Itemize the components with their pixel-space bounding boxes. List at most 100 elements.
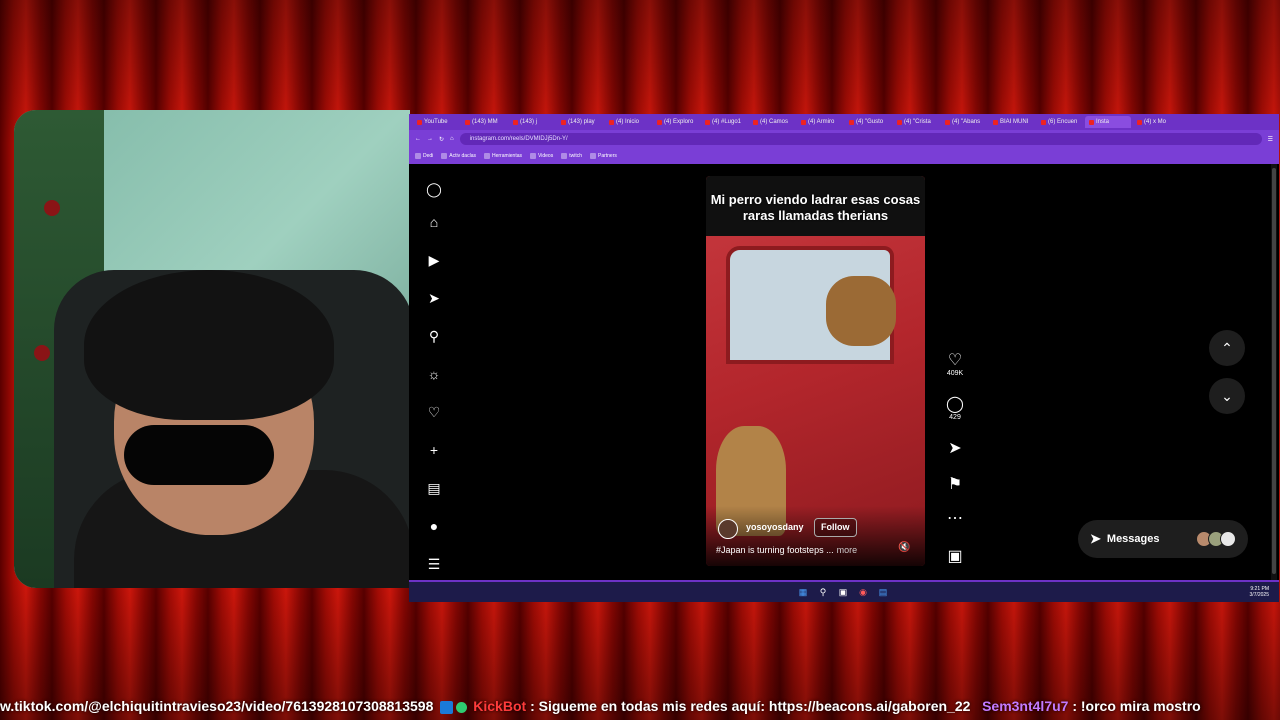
more-link[interactable]: more	[837, 545, 858, 555]
reel-video[interactable]: Mi perro viendo ladrar esas cosas raras …	[706, 176, 925, 566]
browser-tab[interactable]: (143) play	[557, 116, 603, 128]
bookmark-item[interactable]: Activ daclas	[441, 153, 476, 159]
instagram-logo-icon[interactable]: ◯	[426, 181, 442, 197]
message-avatars	[1196, 531, 1236, 547]
messages-button[interactable]: ➤ Messages	[1078, 520, 1248, 558]
explore-icon[interactable]: ☼	[426, 366, 442, 382]
bookmark-item[interactable]: Videos	[530, 153, 553, 159]
author-avatar[interactable]	[718, 519, 738, 539]
previous-reel-button[interactable]: ⌃	[1209, 330, 1245, 366]
bookmark-item[interactable]: Partners	[589, 153, 617, 159]
browser-tab[interactable]: (4) #Lugo1	[701, 116, 747, 128]
search-icon[interactable]: ⚲	[426, 328, 442, 344]
create-plus-icon[interactable]: +	[426, 442, 442, 458]
instagram-page: ◯ ⌂ ▶ ➤ ⚲ ☼ ♡ + ▤ ● ☰ Mi perro viendo la…	[409, 164, 1279, 580]
ticker-link: w.tiktok.com/@elchiquitintravieso23/vide…	[0, 698, 434, 714]
mute-icon[interactable]: 🔇	[898, 542, 910, 553]
folder-icon	[441, 153, 448, 159]
tab-label: (4) "Gusto	[856, 119, 884, 125]
tab-label: (143) MM	[472, 119, 498, 125]
bookmarks-bar: Dedi Activ daclas Herramientas Videos twitch…	[409, 148, 1279, 165]
tab-label: (6) Encuen	[1048, 119, 1078, 125]
home-icon[interactable]: ⌂	[426, 214, 442, 230]
share-button[interactable]: ➤	[945, 440, 965, 458]
browser-tab[interactable]: (4) Inicio	[605, 116, 651, 128]
menu-icon[interactable]: ☰	[426, 556, 442, 572]
file-explorer-icon[interactable]: ▣	[838, 587, 848, 597]
tab-favicon-icon	[561, 119, 566, 125]
tab-favicon-icon	[993, 119, 998, 125]
url-field[interactable]: instagram.com/reels/DVMIDJj5Dn-Y/	[459, 133, 1262, 145]
bot-message: : Sigueme en todas mis redes aquí: https…	[530, 698, 971, 714]
scrollbar-thumb[interactable]	[1272, 168, 1276, 574]
tab-favicon-icon	[657, 119, 662, 125]
webcam-feed	[14, 110, 410, 588]
bookmark-item[interactable]: Herramientas	[483, 153, 522, 159]
follow-button[interactable]: Follow	[814, 518, 857, 537]
home-icon[interactable]: ⌂	[450, 136, 454, 142]
reels-icon[interactable]: ▶	[426, 252, 442, 268]
more-options-button[interactable]: ⋯	[945, 510, 965, 528]
dashboard-icon[interactable]: ▤	[426, 480, 442, 496]
browser-tab[interactable]: (4) Armiro	[797, 116, 843, 128]
browser-tab[interactable]: BIAI MUNI	[989, 116, 1035, 128]
browser-tab[interactable]: YouTube	[413, 116, 459, 128]
save-button[interactable]: ⚑	[945, 476, 965, 494]
browser-tab[interactable]: (4) "Crista	[893, 116, 939, 128]
audio-avatar-icon: ▣	[947, 548, 963, 565]
tab-label: (4) Inicio	[616, 119, 640, 125]
browser-tab[interactable]: (6) Encuen	[1037, 116, 1083, 128]
extensions-icon[interactable]: ☰	[1268, 136, 1273, 143]
folder-icon	[415, 153, 421, 159]
chevron-up-icon: ⌃	[1221, 340, 1233, 356]
browser-tab[interactable]: (4) "Gusto	[845, 116, 891, 128]
author-username[interactable]: yosoyosdany	[746, 522, 804, 532]
browser-tab[interactable]: (4) Exploro	[653, 116, 699, 128]
folder-icon	[530, 153, 536, 159]
browser-tab[interactable]: (4) Camos	[749, 116, 795, 128]
sunglasses	[124, 425, 274, 485]
bookmark-item[interactable]: twitch	[561, 153, 582, 159]
tab-favicon-icon	[513, 119, 518, 125]
browser-tab[interactable]: (4) x Mo	[1133, 116, 1179, 128]
page-scrollbar[interactable]	[1271, 164, 1277, 580]
back-icon[interactable]: ←	[415, 136, 421, 142]
comment-button[interactable]: ◯ 429	[945, 396, 965, 421]
tab-favicon-icon	[849, 119, 854, 125]
browser-tab[interactable]: (143) j	[509, 116, 555, 128]
tab-label: (4) #Lugo1	[712, 119, 742, 125]
next-reel-button[interactable]: ⌄	[1209, 378, 1245, 414]
search-icon[interactable]: ⚲	[818, 587, 828, 597]
bookmark-label: Partners	[597, 153, 617, 159]
windows-taskbar: ▦ ⚲ ▣ ◉ ▤ 9:21 PM 3/7/2025	[409, 580, 1279, 602]
browser-icon[interactable]: ◉	[858, 587, 868, 597]
profile-avatar[interactable]: ●	[426, 518, 442, 534]
tab-label: (4) Armiro	[808, 119, 835, 125]
reel-overlay-text: Mi perro viendo ladrar esas cosas raras …	[710, 192, 921, 223]
tab-label: (143) j	[520, 119, 538, 125]
send-icon[interactable]: ➤	[426, 290, 442, 306]
bookmark-item[interactable]: Dedi	[415, 153, 433, 159]
notifications-heart-icon[interactable]: ♡	[426, 404, 442, 420]
like-button[interactable]: ♡ 409K	[945, 352, 965, 377]
browser-tab[interactable]: (143) MM	[461, 116, 507, 128]
folder-icon	[483, 153, 490, 159]
browser-tab[interactable]: (4) "Abans	[941, 116, 987, 128]
bookmark-label: twitch	[569, 153, 582, 159]
windows-start-icon[interactable]: ▦	[798, 587, 808, 597]
tab-favicon-icon	[609, 119, 614, 125]
chat-message: : !orco mira mostro	[1072, 698, 1201, 714]
tab-favicon-icon	[1137, 119, 1142, 125]
comment-icon: ◯	[946, 396, 964, 413]
reel-description: #⁠Japan is turning footsteps ... more	[716, 545, 857, 555]
reload-icon[interactable]: ↻	[439, 136, 444, 143]
tab-label: (143) play	[568, 119, 595, 125]
audio-thumbnail[interactable]: ▣	[945, 548, 965, 566]
bot-username: KickBot	[473, 698, 527, 714]
browser-tab[interactable]: Insta	[1085, 116, 1131, 128]
notepad-icon[interactable]: ▤	[878, 587, 888, 597]
like-count: 409K	[946, 370, 964, 377]
forward-icon[interactable]: →	[427, 136, 433, 142]
tab-favicon-icon	[801, 119, 806, 125]
bookmark-icon: ⚑	[947, 476, 963, 493]
